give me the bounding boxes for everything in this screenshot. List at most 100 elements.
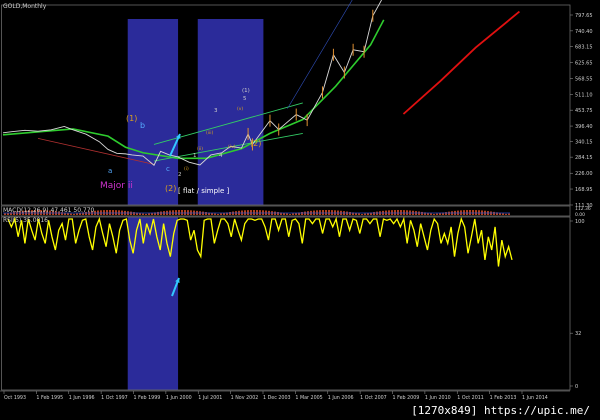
y-tick-label: 168.95 [575,187,593,193]
wave-a-label: a [108,167,112,175]
wave-small-label: (i) [184,166,189,172]
macd-tick-label: 0.00 [575,212,585,218]
macd-bar [289,213,291,215]
macd-bar [334,210,336,215]
macd-bar [73,213,75,215]
macd-bar [157,211,159,215]
macd-bar [463,210,465,215]
macd-bar [364,213,366,215]
rsi-tick-label: 32 [575,331,581,337]
macd-bar [109,210,111,215]
x-tick-label: 1 Oct 1997 [101,395,128,401]
x-tick-label: 1 Jun 2010 [425,395,451,401]
wave-small-label: 4 [219,153,223,159]
x-tick-label: 1 Jun 1996 [69,395,95,401]
rsi-tick-label: 0 [575,384,578,390]
wave-small-label: 3 [214,108,218,114]
y-tick-label: 340.15 [575,140,593,146]
macd-bar [115,210,117,215]
wave-small-label: 2 [178,172,182,178]
macd-bar [214,213,216,215]
macd-tick-label: 112.36 [575,206,591,212]
y-tick-label: 284.15 [575,155,593,161]
chart-title: GOLD,Monthly [3,3,47,10]
x-tick-label: 1 Jun 2014 [522,395,548,401]
rsi-title: RSI(5) 35.0016 [3,217,48,224]
highlight-region-main [127,19,179,205]
macd-bar [142,213,144,215]
wave-c-label: c [166,165,170,173]
macd-bar [403,210,405,215]
macd-bar [292,213,294,215]
macd-bar [103,210,105,215]
x-tick-label: Oct 1993 [4,395,26,401]
macd-bar [469,210,471,215]
x-tick-label: 1 Feb 2009 [393,395,420,401]
macd-bar [331,210,333,215]
wave-small-label: (1) [242,88,250,94]
macd-bar [349,211,351,215]
rsi-tick-label: 100 [575,219,585,225]
macd-bar [508,213,510,215]
macd-bar [397,210,399,215]
macd-bar [181,210,183,215]
macd-title: MACD(12,26,9) 47.461 50.770 [3,207,95,214]
macd-bar [421,211,423,215]
macd-bar [400,210,402,215]
macd-bar [253,210,255,215]
x-tick-label: 1 Nov 2002 [231,395,259,401]
macd-bar [433,213,435,215]
wave-small-label: 5 [243,96,247,102]
macd-bar [244,210,246,215]
wave-2-label: (2) [250,139,261,148]
wave-1-label: (1) [126,114,137,123]
macd-bar [328,210,330,215]
x-tick-label: 1 Feb 1995 [36,395,63,401]
x-tick-label: 1 Dec 2003 [263,395,291,401]
macd-bar [439,213,441,215]
macd-bar [220,213,222,215]
macd-bar [319,210,321,215]
x-tick-label: 1 Mar 2005 [295,395,322,401]
macd-bar [217,213,219,215]
macd-bar [229,211,231,215]
macd-bar [106,210,108,215]
macd-bar [361,213,363,215]
macd-bar [472,210,474,215]
y-tick-label: 797.65 [575,13,593,19]
macd-bar [256,210,258,215]
macd-bar [466,210,468,215]
macd-bar [430,213,432,215]
x-tick-label: 1 Oct 2011 [457,395,484,401]
macd-bar [133,212,135,215]
macd-bar [277,212,279,215]
y-tick-label: 396.40 [575,124,593,130]
macd-bar [358,213,360,215]
wave-small-label: 1 [193,153,197,159]
macd-bar [505,213,507,215]
macd-bar [184,210,186,215]
y-tick-label: 453.75 [575,108,593,114]
wave-small-label: (iv) [228,144,236,150]
y-tick-label: 568.55 [575,76,593,82]
y-tick-label: 625.65 [575,61,593,67]
macd-bar [187,210,189,215]
macd-bar [445,212,447,215]
x-tick-label: 1 Jul 2001 [198,395,222,401]
x-tick-label: 1 Jun 2006 [328,395,354,401]
y-tick-label: 226.00 [575,171,593,177]
y-tick-label: 511.10 [575,92,593,98]
macd-bar [259,210,261,215]
macd-bar [145,213,147,215]
watermark: [1270x849] https://upic.me/ [409,404,592,417]
highlight-region-main [197,19,264,205]
macd-bar [502,213,504,215]
macd-bar [478,210,480,215]
macd-bar [436,213,438,215]
wave-small-label: (iii) [206,130,214,136]
x-tick-label: 1 Feb 2013 [490,395,517,401]
macd-bar [394,210,396,215]
wave-small-label: (ii) [197,146,203,152]
x-tick-label: 1 Jun 2000 [166,395,192,401]
major-label: Major ii [100,181,133,191]
